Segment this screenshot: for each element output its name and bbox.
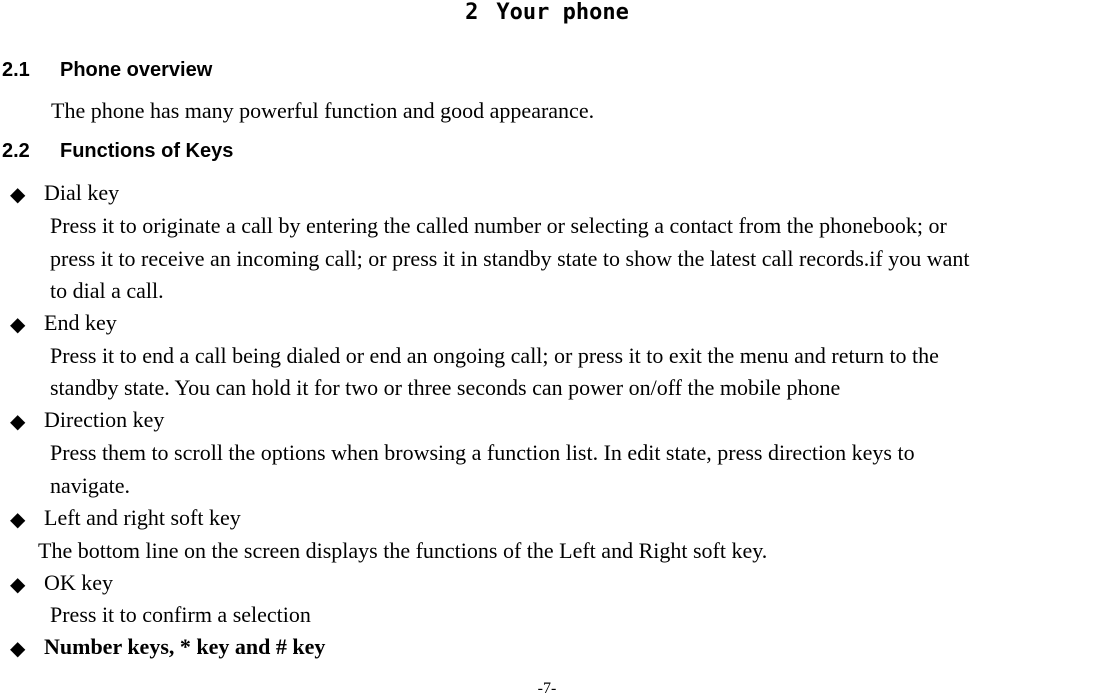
key-desc-line: Press it to confirm a selection — [50, 602, 311, 627]
key-desc-line: press it to receive an incoming call; or… — [50, 246, 970, 271]
section-title: Functions of Keys — [60, 140, 234, 162]
key-desc-line: navigate. — [50, 473, 131, 498]
diamond-bullet-icon: ◆ — [10, 507, 26, 531]
diamond-bullet-icon: ◆ — [10, 182, 26, 206]
chapter-title-text: Your phone — [496, 0, 629, 25]
chapter-title: 2 Your phone — [0, 0, 1094, 25]
chapter-number: 2 — [465, 0, 479, 25]
key-desc-line: Press them to scroll the options when br… — [50, 440, 915, 465]
key-desc-line: Press it to originate a call by entering… — [50, 213, 947, 238]
key-title-dial: Dial key — [44, 180, 120, 205]
page-number: -7- — [537, 680, 557, 697]
key-title-direction: Direction key — [44, 407, 165, 432]
section-heading-2-2: 2.2 Functions of Keys — [2, 140, 233, 163]
key-desc-line: Press it to end a call being dialed or e… — [50, 343, 939, 368]
section-number: 2.1 — [2, 59, 30, 81]
section-number: 2.2 — [2, 140, 30, 162]
key-title-end: End key — [44, 310, 117, 335]
key-desc-line: to dial a call. — [50, 278, 164, 303]
section-title: Phone overview — [60, 59, 213, 81]
diamond-bullet-icon: ◆ — [10, 312, 26, 336]
key-title-number: Number keys, * key and # key — [44, 634, 326, 659]
diamond-bullet-icon: ◆ — [10, 636, 26, 660]
key-title-ok: OK key — [44, 570, 114, 595]
key-title-soft: Left and right soft key — [44, 505, 241, 530]
key-desc-line: standby state. You can hold it for two o… — [50, 375, 841, 400]
diamond-bullet-icon: ◆ — [10, 409, 26, 433]
key-desc-line: The bottom line on the screen displays t… — [38, 538, 768, 563]
phone-overview-text: The phone has many powerful function and… — [51, 98, 595, 123]
diamond-bullet-icon: ◆ — [10, 572, 26, 596]
section-heading-2-1: 2.1 Phone overview — [2, 59, 212, 82]
